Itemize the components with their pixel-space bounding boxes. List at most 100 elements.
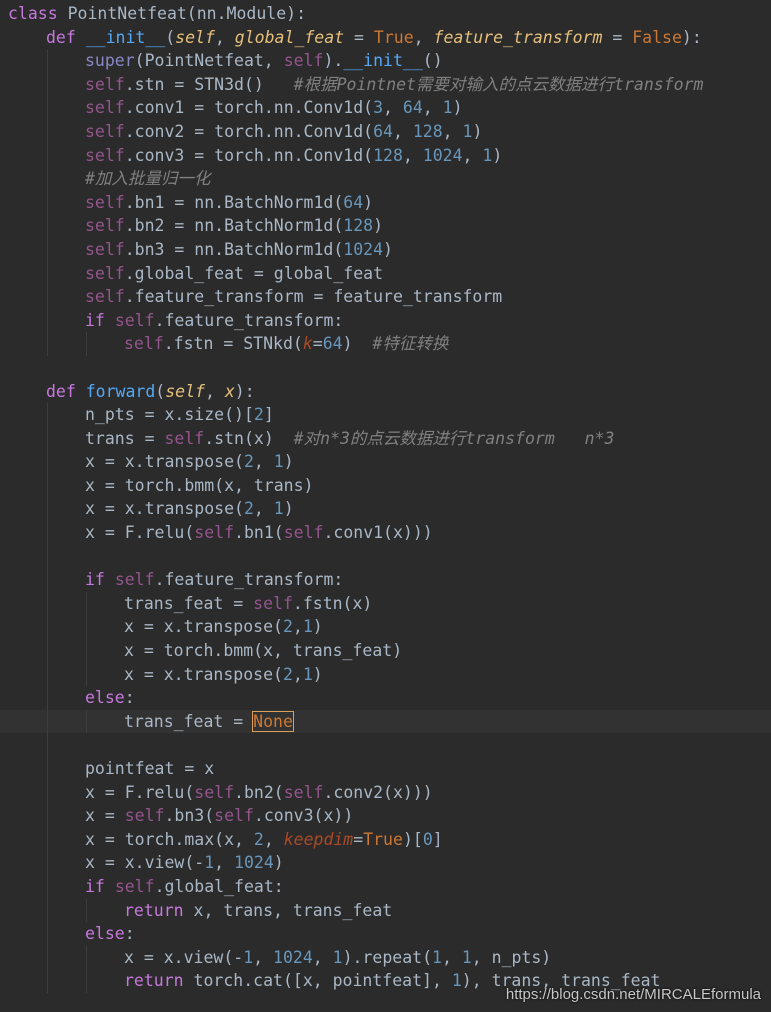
code-token: ]: [263, 405, 274, 425]
code-line[interactable]: x = x.transpose(2, 1): [0, 450, 771, 474]
code-line[interactable]: self.bn1 = nn.BatchNorm1d(64): [0, 190, 771, 215]
code-line[interactable]: trans_feat = self.fstn(x): [0, 591, 771, 616]
code-token: keepdim: [283, 829, 354, 849]
code-token: 2: [253, 829, 264, 849]
code-token: ,: [402, 145, 423, 165]
code-token: 2: [253, 405, 264, 425]
code-line[interactable]: self.conv1 = torch.nn.Conv1d(3, 64, 1): [0, 96, 771, 120]
code-token: 3: [373, 98, 384, 118]
indent-guide: [47, 167, 48, 191]
code-token: x = F.relu(: [85, 523, 195, 543]
code-line[interactable]: self.fstn = STNkd(k=64) #特征转换: [0, 332, 771, 356]
code-line[interactable]: x = torch.max(x, 2, keepdim=True)[0]: [0, 827, 771, 852]
code-token: else: [85, 688, 125, 708]
code-line[interactable]: x = x.view(-1, 1024): [0, 851, 771, 875]
code-text: self.bn1 = nn.BatchNorm1d(64): [85, 191, 373, 215]
code-line[interactable]: class PointNetfeat(nn.Module):: [0, 2, 771, 26]
code-token: self: [114, 570, 155, 590]
code-line[interactable]: def __init__(self, global_feat = True, f…: [0, 26, 771, 50]
code-token: 1: [461, 947, 472, 967]
code-line[interactable]: trans = self.stn(x) #对n*3的点云数据进行transfor…: [0, 426, 771, 451]
code-line[interactable]: self.stn = STN3d() #根据Pointnet需要对输入的点云数据…: [0, 72, 771, 97]
code-line[interactable]: [0, 356, 771, 380]
none-token-selected: None: [252, 710, 294, 732]
code-token: ): [342, 334, 373, 354]
code-text: pointfeat = x: [85, 757, 214, 781]
code-line[interactable]: x = self.bn3(self.conv3(x)): [0, 804, 771, 828]
code-token: .bn3(: [164, 806, 215, 826]
code-text: x = self.bn3(self.conv3(x)): [85, 804, 353, 828]
code-token: =: [353, 829, 364, 849]
code-line[interactable]: self.bn2 = nn.BatchNorm1d(128): [0, 214, 771, 238]
code-token: False: [632, 27, 682, 47]
indent-guide: [47, 615, 48, 640]
indent-guide: [47, 757, 48, 781]
code-line[interactable]: x = x.transpose(2,1): [0, 615, 771, 640]
code-line[interactable]: [0, 733, 771, 757]
code-line[interactable]: self.conv2 = torch.nn.Conv1d(64, 128, 1): [0, 119, 771, 144]
code-token: self: [85, 74, 125, 94]
code-line-current[interactable]: trans_feat = None: [0, 709, 771, 734]
code-line[interactable]: super(PointNetfeat, self).__init__(): [0, 49, 771, 73]
code-token: self: [283, 51, 324, 71]
indent-guide: [47, 591, 48, 616]
code-token: 1: [482, 145, 493, 165]
code-token: 128: [412, 121, 443, 141]
code-line[interactable]: self.bn3 = nn.BatchNorm1d(1024): [0, 237, 771, 262]
indent-guide: [47, 285, 48, 309]
code-line[interactable]: #加入批量归一化: [0, 167, 771, 191]
code-line[interactable]: x = x.transpose(2, 1): [0, 497, 771, 522]
indent-guide: [86, 615, 87, 640]
code-line[interactable]: if self.feature_transform:: [0, 308, 771, 333]
code-token: ):: [681, 27, 702, 47]
code-line[interactable]: return x, trans, trans_feat: [0, 898, 771, 923]
code-token: .conv1 = torch.nn.Conv1d(: [124, 98, 374, 118]
code-token: x = x.transpose(: [85, 499, 244, 519]
code-token: trans_feat =: [124, 593, 254, 613]
code-token: x = torch.bmm(x, trans): [85, 475, 314, 495]
code-token: ).repeat(: [342, 947, 432, 967]
code-line[interactable]: x = torch.bmm(x, trans): [0, 473, 771, 498]
code-line[interactable]: if self.feature_transform:: [0, 568, 771, 592]
code-editor[interactable]: class PointNetfeat(nn.Module): def __init…: [0, 2, 771, 993]
code-line[interactable]: pointfeat = x: [0, 757, 771, 781]
code-text: x = x.transpose(2, 1): [85, 450, 294, 474]
code-token: .global_feat:: [154, 876, 284, 896]
code-token: 64: [402, 98, 423, 118]
code-line[interactable]: else:: [0, 922, 771, 946]
code-line[interactable]: n_pts = x.size()[2]: [0, 403, 771, 427]
code-line[interactable]: def forward(self, x):: [0, 380, 771, 404]
code-token: ,: [253, 947, 274, 967]
code-text: self.conv1 = torch.nn.Conv1d(3, 64, 1): [85, 96, 463, 120]
code-text: x = x.view(-1, 1024): [85, 851, 284, 875]
code-token: 1: [302, 617, 313, 637]
code-line[interactable]: self.feature_transform = feature_transfo…: [0, 285, 771, 309]
indent-guide: [86, 639, 87, 663]
code-token: 1024: [234, 853, 274, 873]
code-line[interactable]: x = x.transpose(2,1): [0, 662, 771, 687]
code-line[interactable]: else:: [0, 686, 771, 710]
code-comment: #加入批量归一化: [85, 169, 211, 189]
indent-guide: [86, 662, 87, 687]
code-line[interactable]: x = F.relu(self.bn1(self.conv1(x))): [0, 521, 771, 545]
indent-guide: [47, 709, 48, 734]
code-token: .feature_transform:: [154, 570, 344, 590]
code-text: super(PointNetfeat, self).__init__(): [85, 49, 443, 73]
code-text: x = x.transpose(2,1): [124, 615, 323, 639]
code-line[interactable]: x = F.relu(self.bn2(self.conv2(x))): [0, 780, 771, 805]
code-token: :: [124, 924, 135, 944]
code-line[interactable]: x = torch.bmm(x, trans_feat): [0, 639, 771, 663]
code-line[interactable]: if self.global_feat:: [0, 874, 771, 899]
code-line[interactable]: [0, 544, 771, 569]
code-token: ).: [323, 51, 344, 71]
code-text: self.bn3 = nn.BatchNorm1d(1024): [85, 238, 393, 262]
code-line[interactable]: self.conv3 = torch.nn.Conv1d(128, 1024, …: [0, 143, 771, 168]
code-line[interactable]: x = x.view(-1, 1024, 1).repeat(1, 1, n_p…: [0, 945, 771, 970]
code-token: self: [85, 216, 125, 236]
indent-guide: [47, 190, 48, 215]
code-token: self: [114, 876, 155, 896]
code-token: 1: [332, 947, 343, 967]
code-line[interactable]: self.global_feat = global_feat: [0, 261, 771, 286]
code-token: ,: [441, 947, 462, 967]
code-text: def forward(self, x):: [46, 380, 255, 404]
